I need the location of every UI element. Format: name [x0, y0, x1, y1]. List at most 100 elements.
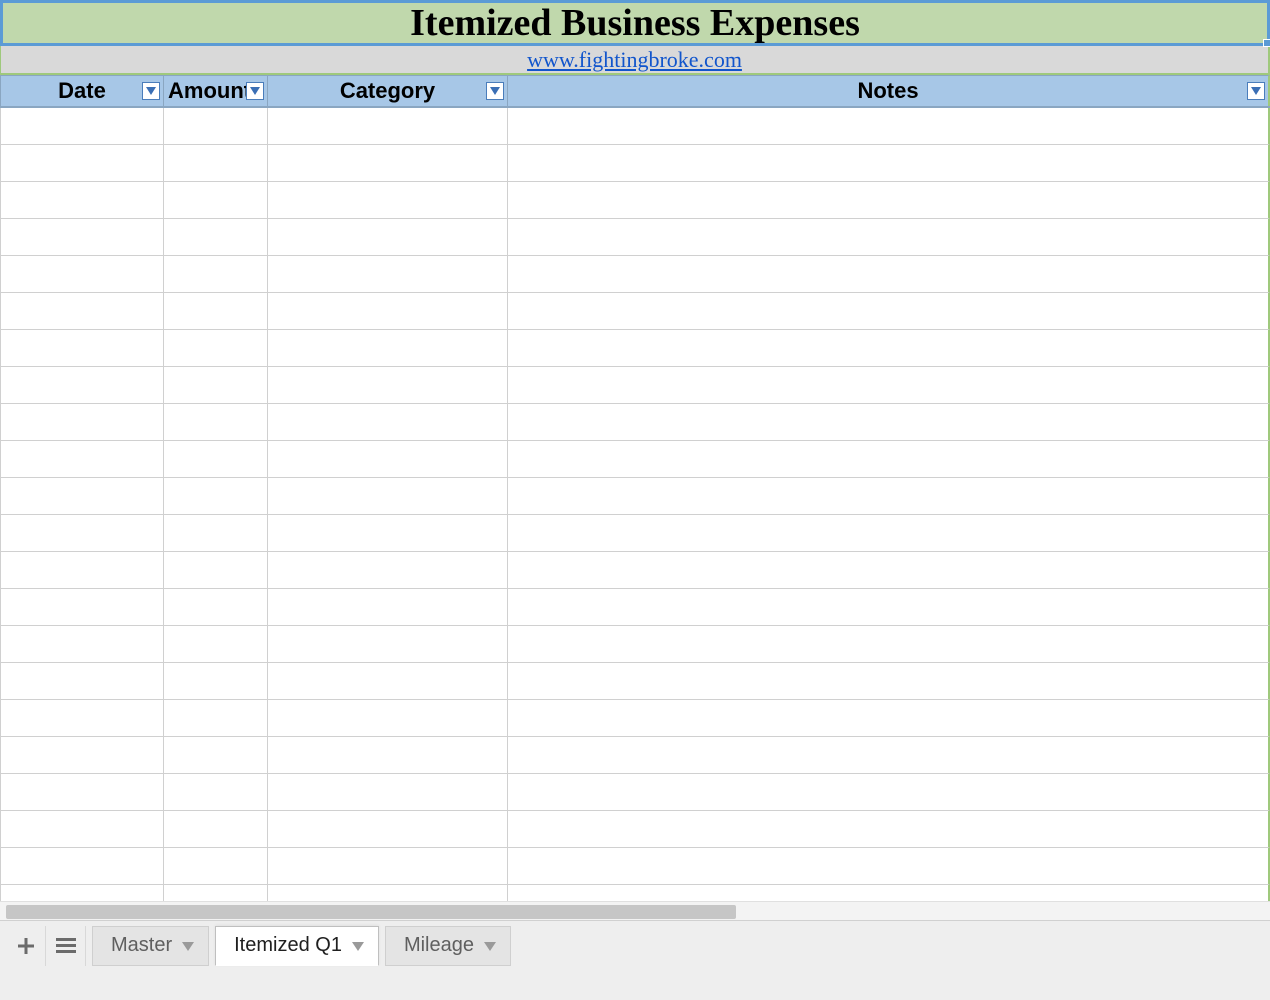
add-sheet-button[interactable]	[6, 926, 46, 966]
cell-category[interactable]	[268, 145, 508, 182]
cell-notes[interactable]	[508, 441, 1270, 478]
cell-date[interactable]	[0, 774, 164, 811]
cell-amount[interactable]	[164, 515, 268, 552]
header-amount[interactable]: Amount	[164, 75, 268, 106]
cell-category[interactable]	[268, 108, 508, 145]
cell-notes[interactable]	[508, 330, 1270, 367]
cell-notes[interactable]	[508, 737, 1270, 774]
cell-notes[interactable]	[508, 478, 1270, 515]
cell-category[interactable]	[268, 182, 508, 219]
cell-date[interactable]	[0, 182, 164, 219]
header-date[interactable]: Date	[0, 75, 164, 106]
cell-amount[interactable]	[164, 478, 268, 515]
cell-notes[interactable]	[508, 515, 1270, 552]
cell-category[interactable]	[268, 589, 508, 626]
cell-date[interactable]	[0, 367, 164, 404]
header-category[interactable]: Category	[268, 75, 508, 106]
horizontal-scrollbar[interactable]	[0, 901, 1270, 921]
cell-date[interactable]	[0, 293, 164, 330]
cell-amount[interactable]	[164, 441, 268, 478]
cell-notes[interactable]	[508, 145, 1270, 182]
filter-button-category[interactable]	[486, 82, 504, 100]
cell-amount[interactable]	[164, 885, 268, 900]
cell-amount[interactable]	[164, 182, 268, 219]
cell-notes[interactable]	[508, 700, 1270, 737]
cell-notes[interactable]	[508, 256, 1270, 293]
cell-amount[interactable]	[164, 145, 268, 182]
cell-notes[interactable]	[508, 293, 1270, 330]
cell-category[interactable]	[268, 219, 508, 256]
cell-amount[interactable]	[164, 330, 268, 367]
chevron-down-icon[interactable]	[182, 934, 194, 957]
cell-category[interactable]	[268, 848, 508, 885]
cell-category[interactable]	[268, 330, 508, 367]
chevron-down-icon[interactable]	[484, 934, 496, 957]
cell-category[interactable]	[268, 774, 508, 811]
cell-notes[interactable]	[508, 108, 1270, 145]
sheet-tab-master[interactable]: Master	[92, 926, 209, 966]
cell-category[interactable]	[268, 367, 508, 404]
cell-notes[interactable]	[508, 663, 1270, 700]
cell-category[interactable]	[268, 441, 508, 478]
cell-date[interactable]	[0, 552, 164, 589]
cell-notes[interactable]	[508, 367, 1270, 404]
cell-category[interactable]	[268, 885, 508, 900]
cell-date[interactable]	[0, 219, 164, 256]
cell-notes[interactable]	[508, 811, 1270, 848]
filter-button-notes[interactable]	[1247, 82, 1265, 100]
website-link[interactable]: www.fightingbroke.com	[527, 47, 742, 73]
cell-date[interactable]	[0, 256, 164, 293]
cell-category[interactable]	[268, 478, 508, 515]
cell-amount[interactable]	[164, 737, 268, 774]
cell-notes[interactable]	[508, 774, 1270, 811]
cell-date[interactable]	[0, 330, 164, 367]
cell-category[interactable]	[268, 404, 508, 441]
cell-category[interactable]	[268, 700, 508, 737]
horizontal-scrollbar-thumb[interactable]	[6, 905, 736, 919]
cell-notes[interactable]	[508, 552, 1270, 589]
title-cell[interactable]: Itemized Business Expenses	[0, 0, 1270, 46]
cell-amount[interactable]	[164, 774, 268, 811]
cell-notes[interactable]	[508, 848, 1270, 885]
cell-amount[interactable]	[164, 404, 268, 441]
cell-category[interactable]	[268, 737, 508, 774]
cell-date[interactable]	[0, 515, 164, 552]
cell-amount[interactable]	[164, 256, 268, 293]
cell-date[interactable]	[0, 811, 164, 848]
cell-category[interactable]	[268, 811, 508, 848]
cell-date[interactable]	[0, 108, 164, 145]
cell-date[interactable]	[0, 441, 164, 478]
cell-notes[interactable]	[508, 182, 1270, 219]
cell-amount[interactable]	[164, 848, 268, 885]
cell-date[interactable]	[0, 737, 164, 774]
cell-date[interactable]	[0, 848, 164, 885]
cell-category[interactable]	[268, 256, 508, 293]
cell-amount[interactable]	[164, 108, 268, 145]
cell-amount[interactable]	[164, 811, 268, 848]
filter-button-date[interactable]	[142, 82, 160, 100]
cell-date[interactable]	[0, 885, 164, 900]
header-notes[interactable]: Notes	[508, 75, 1270, 106]
cell-amount[interactable]	[164, 589, 268, 626]
cell-notes[interactable]	[508, 404, 1270, 441]
cell-date[interactable]	[0, 404, 164, 441]
data-grid[interactable]	[0, 108, 1270, 900]
cell-category[interactable]	[268, 515, 508, 552]
cell-date[interactable]	[0, 626, 164, 663]
cell-amount[interactable]	[164, 552, 268, 589]
cell-category[interactable]	[268, 626, 508, 663]
cell-notes[interactable]	[508, 589, 1270, 626]
cell-notes[interactable]	[508, 885, 1270, 900]
cell-amount[interactable]	[164, 367, 268, 404]
filter-button-amount[interactable]	[246, 82, 264, 100]
cell-amount[interactable]	[164, 293, 268, 330]
sheet-tab-mileage[interactable]: Mileage	[385, 926, 511, 966]
cell-date[interactable]	[0, 589, 164, 626]
cell-date[interactable]	[0, 145, 164, 182]
selection-handle[interactable]	[1263, 39, 1270, 47]
cell-date[interactable]	[0, 478, 164, 515]
cell-date[interactable]	[0, 663, 164, 700]
cell-amount[interactable]	[164, 626, 268, 663]
cell-category[interactable]	[268, 293, 508, 330]
cell-category[interactable]	[268, 552, 508, 589]
